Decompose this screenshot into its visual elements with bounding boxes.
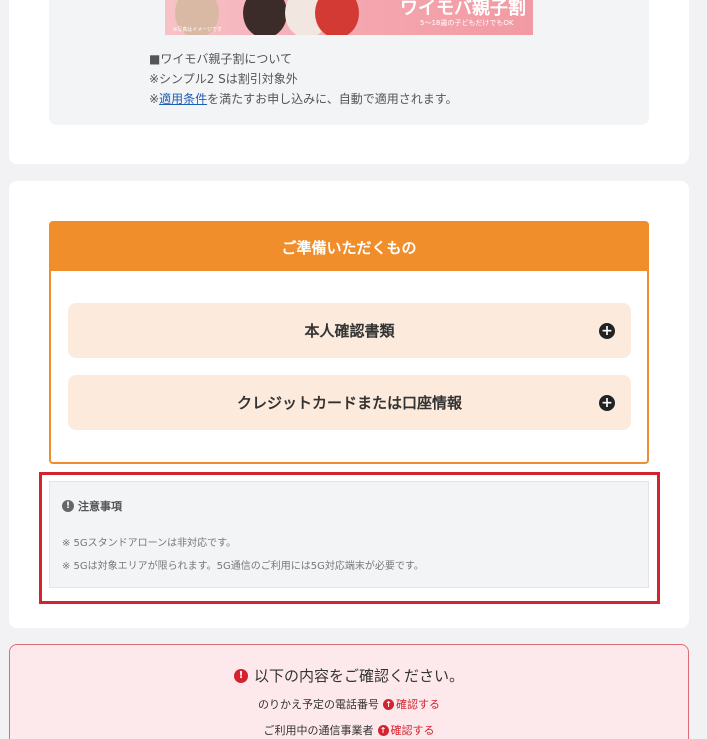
accordion-id-documents[interactable]: 本人確認書類 + [68, 303, 631, 358]
confirm-row-label: のりかえ予定の電話番号 [258, 698, 379, 711]
confirm-link-label: 確認する [396, 698, 440, 711]
preparation-title: ご準備いただくもの [51, 223, 647, 271]
discount-notes: ■ワイモバ親子割について ※シンプル2 Sは割引対象外 ※適用条件を満たすお申し… [149, 49, 458, 109]
banner-photo-person [315, 0, 359, 35]
discount-note-prefix: ※ [149, 92, 160, 106]
arrow-up-circle-icon: ↑ [377, 724, 389, 736]
alert-circle-icon: ! [233, 668, 248, 683]
discount-note-line: ■ワイモバ親子割について [149, 52, 292, 66]
caution-line: ※ 5Gは対象エリアが限られます。5G通信のご利用には5G対応端末が必要です。 [62, 561, 424, 572]
arrow-up-circle-icon: ↑ [383, 698, 394, 710]
confirm-phone-link[interactable]: ↑ 確認する [383, 696, 440, 712]
preparation-panel: ご準備いただくもの 本人確認書類 + クレジットカードまたは口座情報 + [49, 221, 649, 464]
banner-photo-note: ※写真はイメージです [173, 27, 223, 33]
confirm-row-label: ご利用中の通信事業者 [263, 724, 374, 737]
caution-box: ! 注意事項 ※ 5Gスタンドアローンは非対応です。 ※ 5Gは対象エリアが限ら… [49, 481, 649, 588]
discount-note-line: ※シンプル2 Sは割引対象外 [149, 72, 298, 86]
confirm-row-carrier: ご利用中の通信事業者 ↑ 確認する [10, 722, 688, 738]
banner-catch-title: ワイモバ親子割 [400, 0, 526, 19]
banner-photo-person [243, 0, 287, 35]
discount-note-line: ※適用条件を満たすお申し込みに、自動で適用されます。 [149, 89, 458, 109]
accordion-label: クレジットカードまたは口座情報 [236, 394, 462, 412]
confirmation-heading: ! 以下の内容をご確認ください。 [10, 665, 688, 686]
confirm-row-phone: のりかえ予定の電話番号 ↑ 確認する [10, 696, 688, 712]
confirm-carrier-link[interactable]: ↑ 確認する [377, 722, 435, 738]
confirmation-box: ! 以下の内容をご確認ください。 のりかえ予定の電話番号 ↑ 確認する ご利用中… [9, 644, 689, 739]
caution-title: 注意事項 [78, 500, 122, 513]
caution-line: ※ 5Gスタンドアローンは非対応です。 [62, 538, 237, 549]
exclamation-circle-icon: ! [62, 500, 74, 512]
caution-heading: ! 注意事項 [62, 498, 122, 514]
accordion-payment-info[interactable]: クレジットカードまたは口座情報 + [68, 375, 631, 430]
discount-note-suffix: を満たすお申し込みに、自動で適用されます。 [207, 92, 458, 106]
banner-catch-sub: 5～18歳の子どもだけでもOK [420, 19, 514, 27]
confirm-link-label: 確認する [390, 724, 435, 737]
confirmation-title: 以下の内容をご確認ください。 [253, 667, 464, 685]
accordion-label: 本人確認書類 [304, 322, 395, 340]
plus-circle-icon: + [599, 322, 615, 339]
oyako-discount-banner[interactable]: ※写真はイメージです ワイモバ親子割 5～18歳の子どもだけでもOK [165, 0, 533, 35]
plus-circle-icon: + [599, 394, 615, 411]
conditions-link[interactable]: 適用条件 [159, 92, 207, 106]
